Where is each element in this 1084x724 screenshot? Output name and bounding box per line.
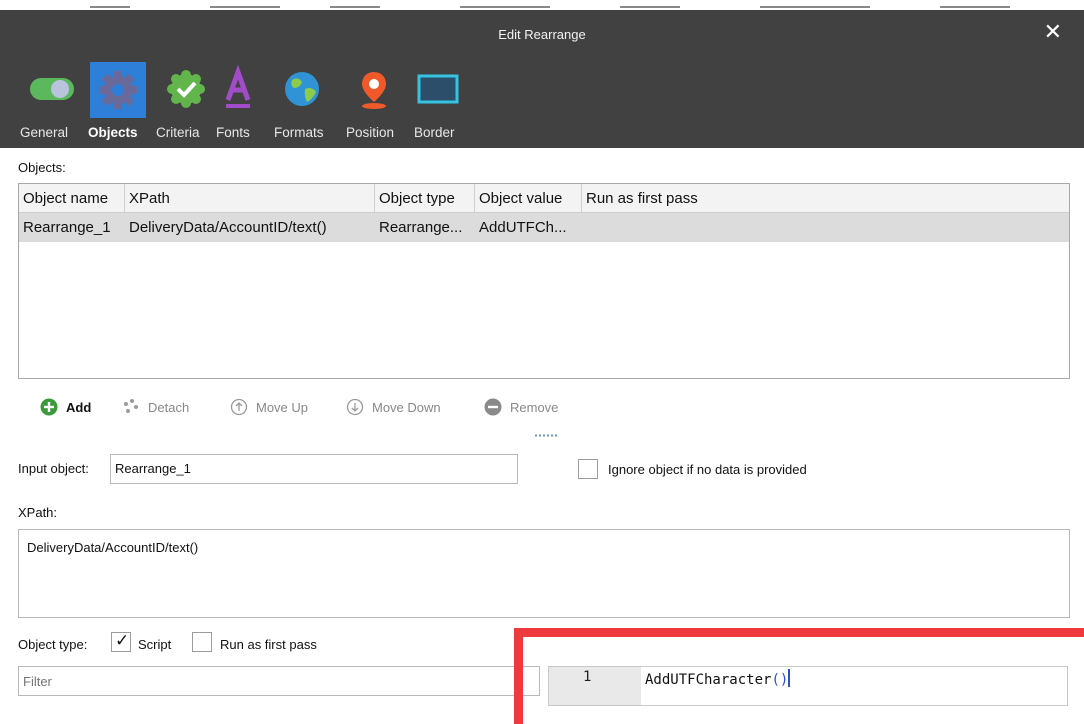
tab-fonts[interactable]: Fonts	[214, 62, 262, 146]
remove-button[interactable]: Remove	[484, 395, 558, 419]
tab-label: Fonts	[216, 125, 250, 140]
splitter-handle[interactable]	[534, 434, 558, 437]
remove-label: Remove	[510, 399, 559, 415]
move-up-label: Move Up	[256, 399, 309, 415]
tab-label: Criteria	[156, 125, 200, 140]
plus-circle-icon	[40, 398, 58, 416]
cell-object-value: AddUTFCh...	[479, 219, 567, 236]
top-edge-strip	[0, 0, 1084, 10]
window-title: Edit Rearrange	[498, 27, 586, 42]
border-box-icon	[410, 62, 466, 118]
column-header[interactable]: XPath	[125, 184, 375, 213]
cell-object-type: Rearrange...	[379, 219, 463, 236]
xpath-textarea[interactable]: DeliveryData/AccountID/text()	[18, 529, 1070, 618]
tab-general[interactable]: General	[20, 62, 80, 146]
tab-position[interactable]: Position	[346, 62, 406, 146]
input-object-label: Input object:	[18, 461, 89, 476]
object-type-label: Object type:	[18, 637, 88, 652]
tab-border[interactable]: Border	[410, 62, 466, 146]
add-button[interactable]: Add	[40, 395, 91, 419]
column-header[interactable]: Object value	[475, 184, 582, 213]
detach-label: Detach	[148, 399, 190, 415]
tab-toolbar: General Objects Criteria Fonts Formats P…	[0, 58, 1084, 148]
tab-formats[interactable]: Formats	[272, 62, 344, 146]
table-row[interactable]: Rearrange_1 DeliveryData/AccountID/text(…	[19, 213, 1069, 242]
font-a-icon	[210, 62, 266, 118]
column-header[interactable]: Object type	[375, 184, 475, 213]
column-header[interactable]: Run as first pass	[582, 184, 1069, 213]
tab-label: Objects	[88, 125, 138, 140]
checkmark-icon: ✓	[115, 631, 130, 650]
close-icon[interactable]: ✕	[1044, 21, 1062, 43]
gear-icon	[90, 62, 146, 118]
arrow-up-circle-icon	[230, 398, 248, 416]
ignore-object-label: Ignore object if no data is provided	[608, 462, 807, 477]
objects-table: Object name XPath Object type Object val…	[18, 183, 1070, 379]
tab-label: General	[20, 125, 69, 140]
highlight-annotation	[514, 628, 1084, 724]
objects-section-label: Objects:	[18, 160, 66, 175]
minus-circle-icon	[484, 398, 502, 416]
tab-label: Border	[414, 125, 455, 140]
move-up-button[interactable]: Move Up	[230, 395, 308, 419]
script-label: Script	[138, 637, 172, 652]
tab-label: Formats	[274, 125, 324, 140]
move-down-button[interactable]: Move Down	[346, 395, 441, 419]
location-pin-icon	[346, 62, 402, 118]
arrow-down-circle-icon	[346, 398, 364, 416]
detach-icon	[122, 398, 140, 416]
tab-objects[interactable]: Objects	[88, 62, 154, 146]
column-header[interactable]: Object name	[19, 184, 125, 213]
input-object-field[interactable]: Rearrange_1	[110, 454, 518, 484]
toggle-icon	[24, 62, 80, 118]
cell-xpath: DeliveryData/AccountID/text()	[129, 219, 327, 236]
add-label: Add	[66, 399, 92, 415]
script-checkbox[interactable]: ✓	[111, 631, 131, 652]
tab-label: Position	[346, 125, 395, 140]
run-first-pass-checkbox[interactable]	[192, 632, 212, 652]
table-header: Object name XPath Object type Object val…	[19, 184, 1069, 213]
title-bar: Edit Rearrange ✕	[0, 10, 1084, 58]
detach-button[interactable]: Detach	[122, 395, 189, 419]
cell-object-name: Rearrange_1	[23, 219, 111, 236]
check-badge-icon	[158, 62, 214, 118]
ignore-object-checkbox[interactable]	[578, 459, 598, 479]
globe-icon	[274, 62, 330, 118]
filter-input[interactable]	[18, 666, 540, 696]
cell-first-pass	[582, 213, 1069, 242]
run-first-pass-label: Run as first pass	[220, 637, 317, 652]
xpath-label: XPath:	[18, 505, 58, 520]
tab-criteria[interactable]: Criteria	[154, 62, 214, 146]
object-actions: Add Detach Move Up Move Down Remove	[0, 395, 620, 419]
move-down-label: Move Down	[372, 399, 441, 415]
